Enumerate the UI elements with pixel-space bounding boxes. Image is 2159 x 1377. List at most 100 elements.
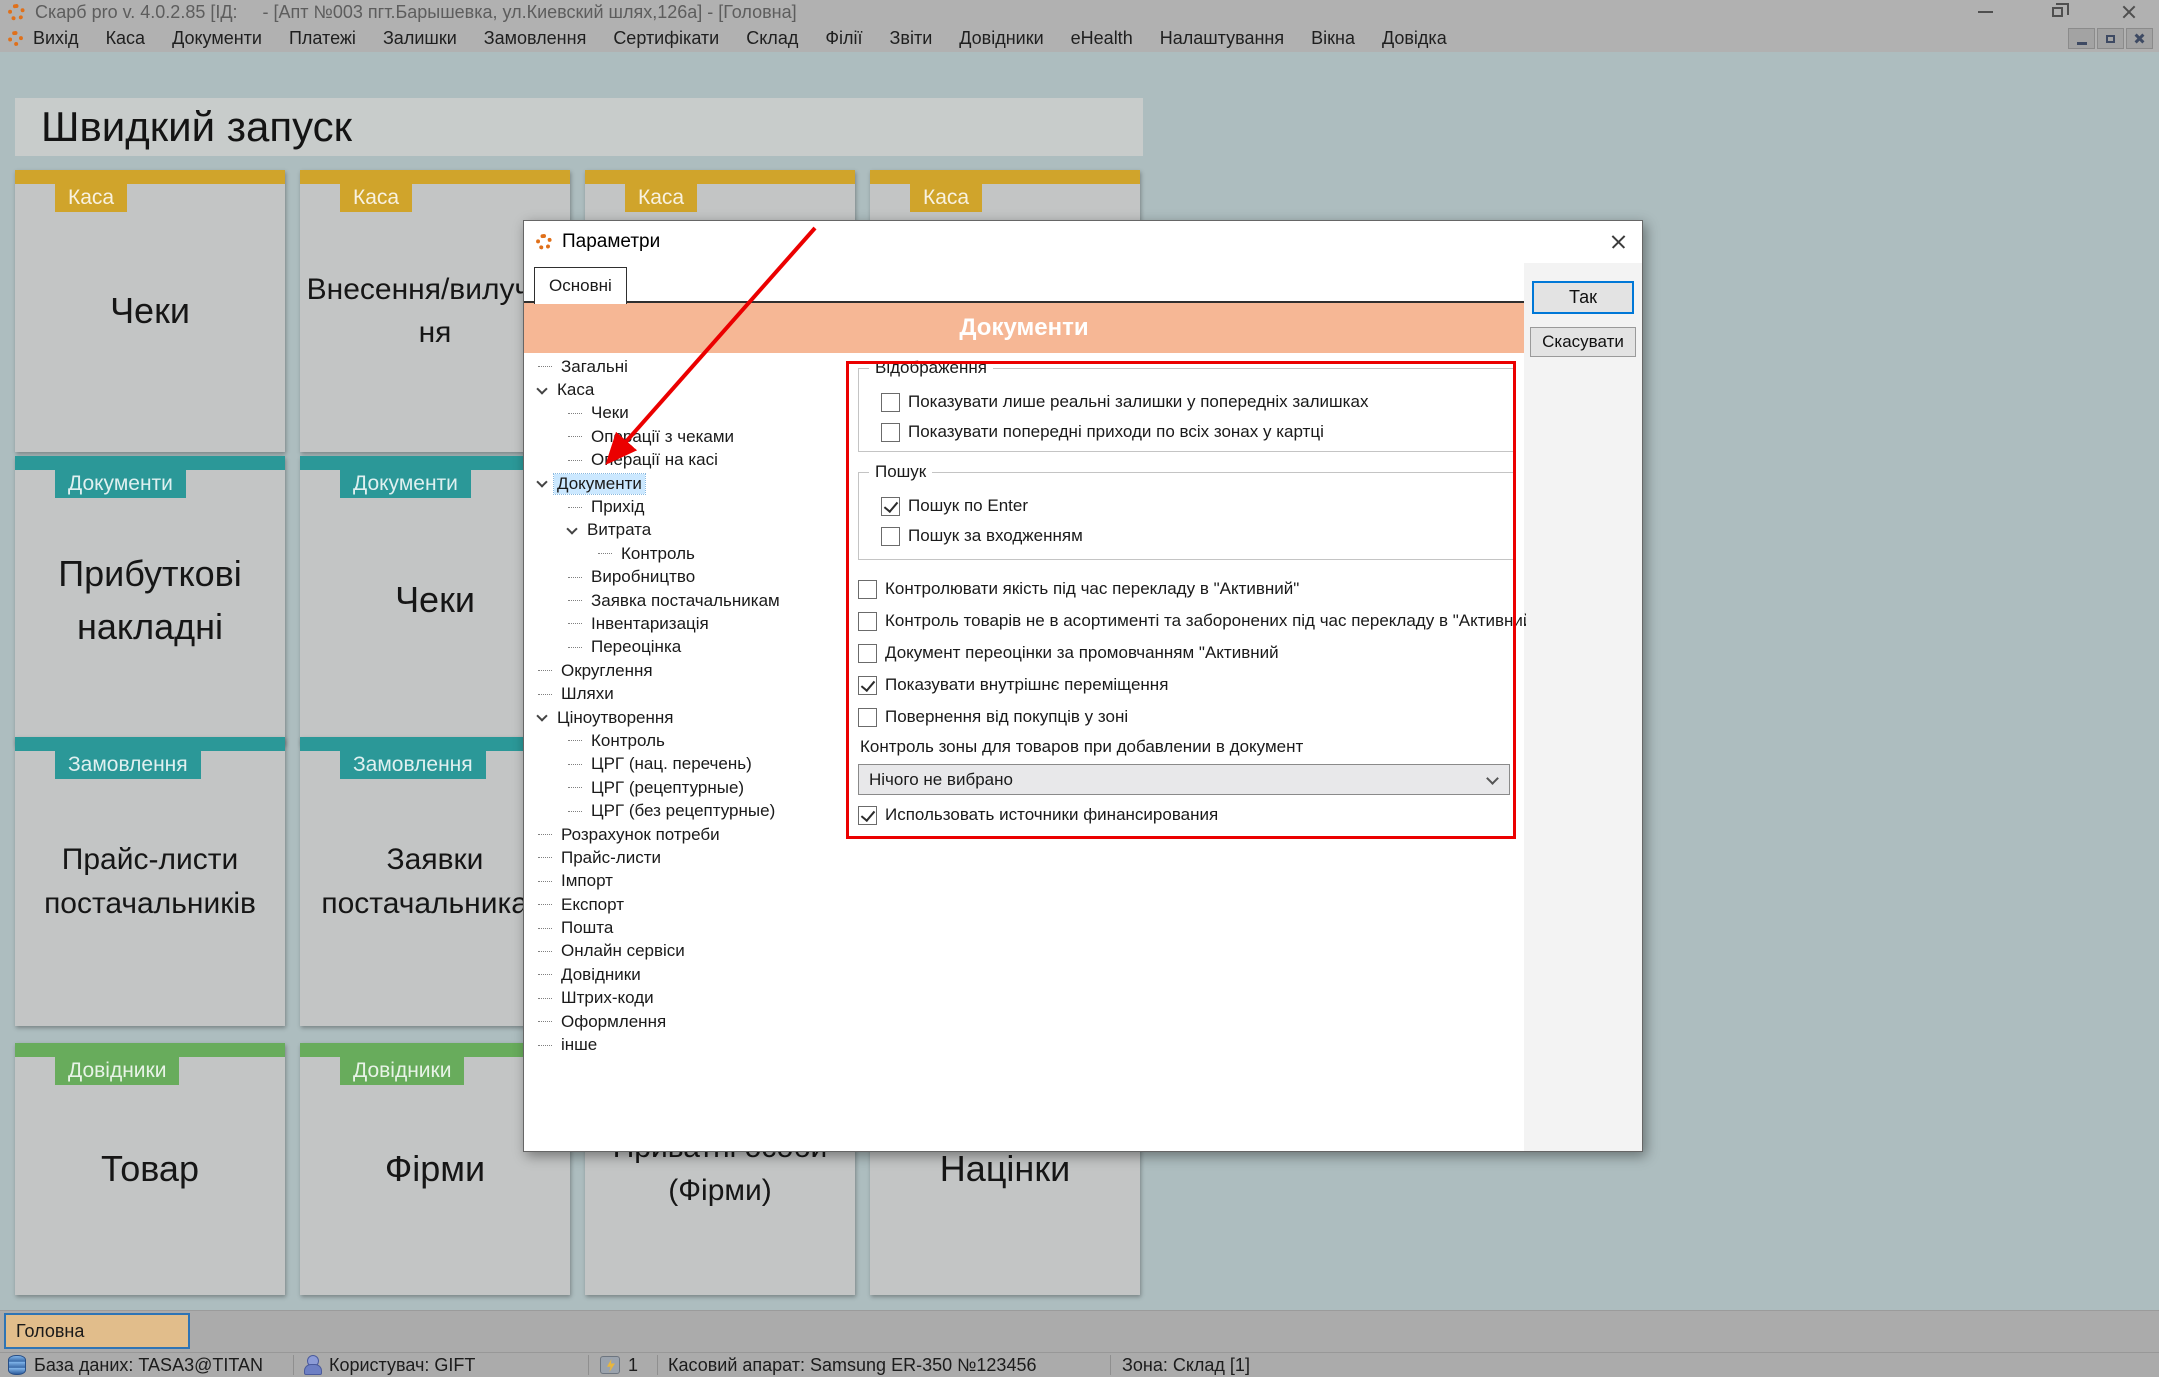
tree-item-label[interactable]: Загальні	[558, 357, 631, 377]
database-icon	[8, 1355, 26, 1375]
checkbox[interactable]	[858, 644, 877, 663]
tree-item-label[interactable]: Контроль	[618, 544, 698, 564]
menu-item-Замовлення[interactable]: Замовлення	[484, 28, 587, 49]
checkbox[interactable]	[858, 580, 877, 599]
status-item: Зона: Склад [1]	[1122, 1353, 1250, 1377]
tree-item-label[interactable]: Довідники	[558, 965, 644, 985]
tree-item-label[interactable]: ЦРГ (рецептурные)	[588, 778, 747, 798]
menu-item-Довідники[interactable]: Довідники	[959, 28, 1043, 49]
tree-connector-icon	[538, 1021, 552, 1022]
tile-category-bar	[15, 1043, 285, 1057]
tile[interactable]: ДовідникиТовар	[15, 1043, 285, 1295]
tile[interactable]: ЗамовленняПрайс-листипостачальників	[15, 737, 285, 1026]
tree-item-label[interactable]: Прихід	[588, 497, 647, 517]
status-text: Зона: Склад [1]	[1122, 1355, 1250, 1376]
checkbox-row: Контролювати якість під час перекладу в …	[858, 573, 1526, 605]
mdi-minimize-button[interactable]	[2068, 28, 2095, 49]
zone-control-dropdown[interactable]: Нічого не вибрано	[858, 764, 1510, 795]
tree-expander-icon[interactable]	[536, 710, 547, 721]
tile[interactable]: КасаЧеки	[15, 170, 285, 452]
tree-item-label[interactable]: Операції на касі	[588, 450, 721, 470]
checkbox[interactable]	[858, 708, 877, 727]
tree-item-label[interactable]: інше	[558, 1035, 600, 1055]
tree-item: Штрих-коди	[528, 987, 850, 1010]
checkbox[interactable]	[858, 612, 877, 631]
tree-item-label[interactable]: Заявка постачальникам	[588, 591, 783, 611]
tab-holovna[interactable]: Головна	[4, 1313, 190, 1349]
checkbox[interactable]	[881, 527, 900, 546]
tree-item: Прайс-листи	[528, 846, 850, 869]
tree-expander-icon[interactable]	[566, 523, 577, 534]
menu-item-Сертифікати[interactable]: Сертифікати	[613, 28, 719, 49]
window-minimize-button[interactable]	[1962, 0, 2008, 24]
tree-item-label[interactable]: Операції з чеками	[588, 427, 737, 447]
tile-category-bar	[15, 170, 285, 184]
tile-label: Прайс-листипостачальників	[44, 838, 256, 925]
tree-item-label[interactable]: Розрахунок потреби	[558, 825, 723, 845]
close-icon	[2134, 33, 2145, 44]
menu-item-Налаштування[interactable]: Налаштування	[1160, 28, 1284, 49]
tree-item-label[interactable]: Каса	[554, 380, 597, 400]
group-title: Пошук	[869, 462, 932, 482]
checkbox[interactable]	[858, 676, 877, 695]
tree-item-label[interactable]: Чеки	[588, 403, 632, 423]
tree-item-label[interactable]: Оформлення	[558, 1012, 669, 1032]
tree-item-label[interactable]: Контроль	[588, 731, 668, 751]
tree-item-label[interactable]: Експорт	[558, 895, 627, 915]
menu-item-Платежі[interactable]: Платежі	[289, 28, 356, 49]
tree-item-label[interactable]: Шляхи	[558, 684, 617, 704]
tree-item-label[interactable]: Ціноутворення	[554, 708, 676, 728]
menu-item-Філії[interactable]: Філії	[825, 28, 862, 49]
tree-item: Контроль	[528, 542, 850, 565]
menu-item-Довідка[interactable]: Довідка	[1382, 28, 1447, 49]
menu-item-Склад[interactable]: Склад	[746, 28, 798, 49]
status-text: Користувач: GIFT	[329, 1355, 475, 1376]
checkbox[interactable]	[881, 393, 900, 412]
tree-item-label[interactable]: ЦРГ (без рецептурные)	[588, 801, 778, 821]
tree-item-label[interactable]: Витрата	[584, 520, 654, 540]
checkbox[interactable]	[858, 806, 877, 825]
tree-expander-icon[interactable]	[536, 383, 547, 394]
menu-item-Залишки[interactable]: Залишки	[383, 28, 457, 49]
tree-item: Чеки	[528, 402, 850, 425]
menu-item-Вікна[interactable]: Вікна	[1311, 28, 1355, 49]
tree-item-label[interactable]: Інвентаризація	[588, 614, 712, 634]
mdi-restore-button[interactable]	[2097, 28, 2124, 49]
tree-item-label[interactable]: Онлайн сервіси	[558, 941, 688, 961]
tree-item-label[interactable]: Штрих-коди	[558, 988, 657, 1008]
tree-item-label[interactable]: Переоцінка	[588, 637, 684, 657]
menu-item-Вихід[interactable]: Вихід	[33, 28, 79, 49]
tree-item-label[interactable]: Пошта	[558, 918, 616, 938]
tree-item-label[interactable]: ЦРГ (нац. перечень)	[588, 754, 755, 774]
status-separator	[657, 1355, 658, 1375]
dialog-close-icon[interactable]	[1610, 234, 1626, 250]
checkbox[interactable]	[881, 423, 900, 442]
tile-category-bar	[870, 170, 1140, 184]
tree-item-label[interactable]: Документи	[554, 474, 645, 494]
menu-item-eHealth[interactable]: eHealth	[1071, 28, 1133, 49]
tree-item: Операції на касі	[528, 449, 850, 472]
tree-item: Інвентаризація	[528, 612, 850, 635]
cancel-button[interactable]: Скасувати	[1530, 327, 1636, 357]
tree-item: Ціноутворення	[528, 706, 850, 729]
ok-button[interactable]: Так	[1532, 281, 1634, 314]
menu-item-Звіти[interactable]: Звіти	[890, 28, 933, 49]
window-restore-button[interactable]	[2034, 0, 2080, 24]
tree-connector-icon	[538, 694, 552, 695]
tab-osnovni[interactable]: Основні	[534, 267, 627, 304]
menu-item-Документи[interactable]: Документи	[172, 28, 262, 49]
checkbox[interactable]	[881, 497, 900, 516]
tree-item-label[interactable]: Імпорт	[558, 871, 616, 891]
chevron-down-icon	[1486, 772, 1499, 785]
tree-item-label[interactable]: Округлення	[558, 661, 656, 681]
window-close-button[interactable]	[2106, 0, 2152, 24]
tile[interactable]: ДокументиПрибутковінакладні	[15, 456, 285, 745]
tree-item-label[interactable]: Прайс-листи	[558, 848, 664, 868]
page-title: Швидкий запуск	[41, 103, 352, 151]
tree-item: Контроль	[528, 729, 850, 752]
tree-connector-icon	[568, 507, 582, 508]
menu-item-Каса[interactable]: Каса	[106, 28, 146, 49]
tree-expander-icon[interactable]	[536, 476, 547, 487]
tree-item-label[interactable]: Виробництво	[588, 567, 698, 587]
mdi-close-button[interactable]	[2126, 28, 2153, 49]
